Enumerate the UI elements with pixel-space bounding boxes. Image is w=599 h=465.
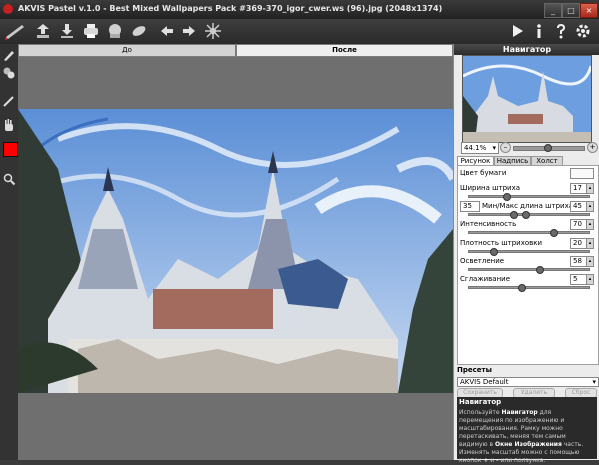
- zoom-icon[interactable]: [2, 172, 16, 186]
- run-icon[interactable]: [508, 22, 526, 40]
- hand-icon[interactable]: [2, 118, 16, 132]
- intensity-slider[interactable]: [468, 231, 590, 234]
- redo-icon[interactable]: [180, 22, 198, 40]
- intensity-label: Интенсивность: [460, 220, 517, 228]
- minimize-button[interactable]: _: [544, 3, 562, 18]
- toolbar: [0, 19, 599, 45]
- chevron-down-icon[interactable]: ▾: [592, 378, 596, 386]
- maximize-button[interactable]: □: [562, 3, 580, 18]
- zoom-out-button[interactable]: –: [500, 142, 511, 153]
- tool-palette: [0, 44, 19, 460]
- zoom-in-button[interactable]: +: [587, 142, 598, 153]
- hatch-density-knob[interactable]: [490, 248, 498, 256]
- preferences-icon[interactable]: [574, 22, 592, 40]
- close-button[interactable]: ×: [580, 3, 598, 18]
- min-max-length-label: Мин/Макс длина штриха: [482, 202, 574, 210]
- print-icon[interactable]: [82, 22, 100, 40]
- paper-color-picker[interactable]: [570, 168, 594, 179]
- min-length-field[interactable]: 35: [460, 201, 480, 212]
- export-icon[interactable]: [106, 22, 124, 40]
- lighten-knob[interactable]: [536, 266, 544, 274]
- zoom-dropdown-arrow-icon[interactable]: ▾: [492, 143, 496, 153]
- color-swatch[interactable]: [3, 142, 18, 157]
- spin-arrows-icon[interactable]: ▴: [586, 275, 593, 284]
- zoom-field[interactable]: 44.1% ▾: [461, 142, 499, 154]
- open-icon[interactable]: [34, 22, 52, 40]
- paper-color-label: Цвет бумаги: [460, 169, 507, 177]
- help-panel: Навигатор Используйте Навигатор для пере…: [457, 397, 597, 464]
- max-length-field[interactable]: 45 ▴: [570, 201, 594, 212]
- batch-icon[interactable]: [130, 22, 148, 40]
- lighten-slider[interactable]: [468, 268, 590, 271]
- max-length-knob[interactable]: [522, 211, 530, 219]
- hatch-density-field[interactable]: 20 ▴: [570, 238, 594, 249]
- spin-arrows-icon[interactable]: ▴: [586, 220, 593, 229]
- smoothing-label: Сглаживание: [460, 275, 511, 283]
- spin-arrows-icon[interactable]: ▴: [586, 239, 593, 248]
- presets-header: Пресеты: [457, 366, 492, 374]
- pencil-icon[interactable]: [2, 94, 16, 108]
- app-logo-icon: [4, 22, 26, 40]
- parameters-box: Цвет бумаги Ширина штриха 17 ▴ 35 Мин/Мак…: [457, 165, 599, 365]
- stroke-width-field[interactable]: 17 ▴: [570, 183, 594, 194]
- intensity-knob[interactable]: [550, 229, 558, 237]
- hatch-density-label: Плотность штриховки: [460, 239, 543, 247]
- stroke-width-slider[interactable]: [468, 195, 590, 198]
- navigator-header: Навигатор: [454, 44, 599, 55]
- help-icon[interactable]: [552, 22, 570, 40]
- zoom-slider-knob[interactable]: [544, 144, 552, 152]
- spin-arrows-icon[interactable]: ▴: [586, 202, 593, 211]
- spin-arrows-icon[interactable]: ▴: [586, 184, 593, 193]
- info-icon[interactable]: [530, 22, 548, 40]
- settings-panel: Навигатор 44.1% ▾ – + Рисунок Надпись Хо…: [453, 44, 599, 464]
- help-title: Навигатор: [459, 398, 502, 406]
- stroke-width-knob[interactable]: [503, 193, 511, 201]
- lighten-field[interactable]: 58 ▴: [570, 256, 594, 267]
- min-length-knob[interactable]: [510, 211, 518, 219]
- intensity-field[interactable]: 70 ▴: [570, 219, 594, 230]
- smoothing-slider[interactable]: [468, 286, 590, 289]
- smoothing-knob[interactable]: [518, 284, 526, 292]
- settings-burst-icon[interactable]: [204, 22, 222, 40]
- pastel-image: [16, 109, 457, 393]
- zoom-value: 44.1%: [464, 144, 487, 152]
- preset-selected: AKVIS Default: [460, 378, 509, 386]
- help-text: Используйте Навигатор для перемещения по…: [459, 409, 584, 464]
- canvas-tabs: До После: [18, 44, 453, 57]
- zoom-row: 44.1% ▾ – +: [458, 142, 598, 154]
- tab-after[interactable]: После: [236, 44, 453, 57]
- navigator-thumbnail[interactable]: [462, 55, 592, 143]
- image-canvas[interactable]: [16, 57, 457, 460]
- title-bar: AKVIS Pastel v.1.0 - Best Mixed Wallpape…: [0, 0, 599, 19]
- undo-icon[interactable]: [158, 22, 176, 40]
- window-title: AKVIS Pastel v.1.0 - Best Mixed Wallpape…: [18, 4, 443, 13]
- lighten-label: Осветление: [460, 257, 505, 265]
- save-icon[interactable]: [58, 22, 76, 40]
- hatch-density-slider[interactable]: [468, 250, 590, 253]
- brush-icon[interactable]: [2, 48, 16, 62]
- spin-arrows-icon[interactable]: ▴: [586, 257, 593, 266]
- preset-select[interactable]: AKVIS Default ▾: [457, 377, 599, 387]
- stamp-icon[interactable]: [2, 66, 16, 80]
- tab-before[interactable]: До: [18, 44, 236, 57]
- smoothing-field[interactable]: 5 ▴: [570, 274, 594, 285]
- stroke-width-label: Ширина штриха: [460, 184, 521, 192]
- presets-section: Пресеты AKVIS Default ▾ Сохранить Удалит…: [457, 366, 599, 398]
- app-icon: [3, 4, 13, 14]
